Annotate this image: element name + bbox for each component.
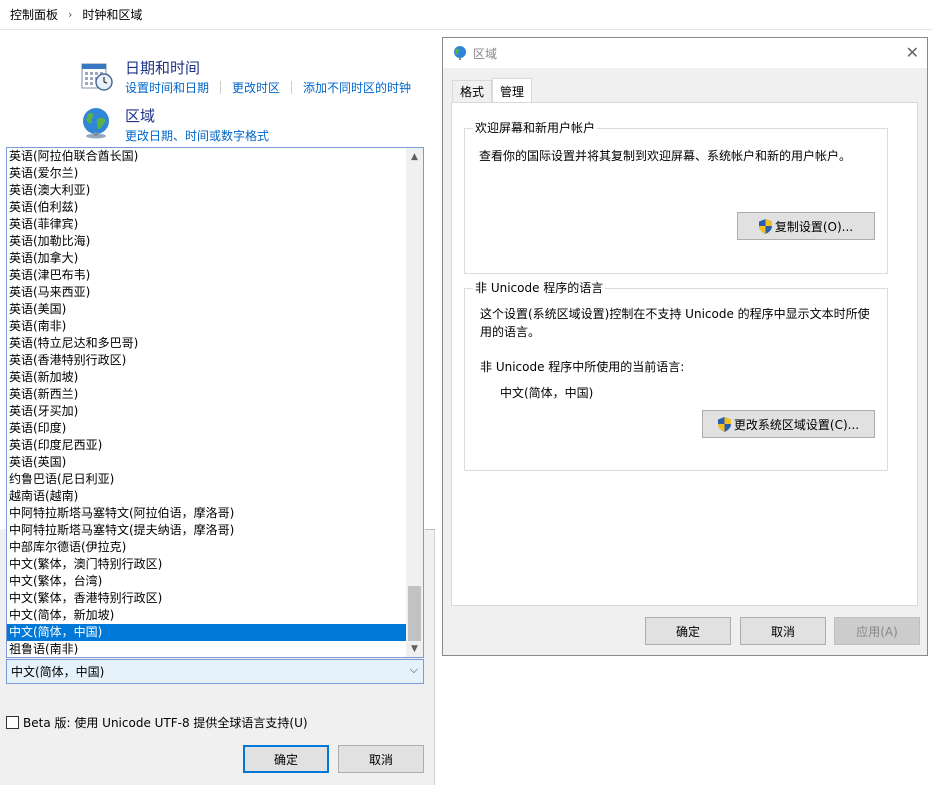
language-list-item[interactable]: 中阿特拉斯塔马塞特文(提夫纳语，摩洛哥)	[7, 522, 407, 539]
current-language-value: 中文(简体，中国)	[500, 386, 594, 400]
change-system-locale-button[interactable]: 更改系统区域设置(C)...	[702, 410, 875, 438]
ok-button[interactable]: 确定	[243, 745, 329, 773]
language-list-item[interactable]: 中部库尔德语(伊拉克)	[7, 539, 407, 556]
copy-settings-label: 复制设置(O)...	[774, 219, 854, 234]
language-list-item[interactable]: 英语(阿拉伯联合酋长国)	[7, 148, 407, 165]
background-dialog-edge	[425, 529, 435, 530]
administrative-tab-panel: 欢迎屏幕和新用户帐户 查看你的国际设置并将其复制到欢迎屏幕、系统帐户和新的用户帐…	[451, 102, 918, 606]
language-list-item[interactable]: 英语(加勒比海)	[7, 233, 407, 250]
region-globe-icon	[454, 46, 466, 60]
beta-utf8-checkbox[interactable]	[6, 716, 19, 729]
calendar-clock-icon	[81, 63, 113, 91]
welcome-group-legend: 欢迎屏幕和新用户帐户	[473, 121, 598, 135]
language-list-item[interactable]: 越南语(越南)	[7, 488, 407, 505]
region-dialog: 区域 ✕ 格式 管理 欢迎屏幕和新用户帐户 查看你的国际设置并将其复制到欢迎屏幕…	[442, 37, 928, 656]
language-list-item[interactable]: 英语(特立尼达和多巴哥)	[7, 335, 407, 352]
dialog-ok-button[interactable]: 确定	[645, 617, 731, 645]
language-list-item[interactable]: 英语(津巴布韦)	[7, 267, 407, 284]
beta-utf8-label[interactable]: Beta 版: 使用 Unicode UTF-8 提供全球语言支持(U)	[23, 714, 308, 731]
language-list-item[interactable]: 祖鲁语(南非)	[7, 641, 407, 657]
welcome-group-text: 查看你的国际设置并将其复制到欢迎屏幕、系统帐户和新的用户帐户。	[479, 149, 852, 163]
language-list-item[interactable]: 中文(简体，新加坡)	[7, 607, 407, 624]
language-list-item[interactable]: 英语(英国)	[7, 454, 407, 471]
region-title[interactable]: 区域	[125, 106, 269, 126]
language-list-item[interactable]: 英语(伯利兹)	[7, 199, 407, 216]
datetime-title[interactable]: 日期和时间	[125, 58, 411, 78]
uac-shield-icon	[717, 416, 731, 432]
language-list-item[interactable]: 中文(繁体，澳门特别行政区)	[7, 556, 407, 573]
link-add-clocks[interactable]: 添加不同时区的时钟	[303, 79, 411, 96]
globe-clock-icon	[83, 108, 109, 139]
language-list-item[interactable]: 英语(印度)	[7, 420, 407, 437]
language-list-item[interactable]: 中文(简体，中国)	[7, 624, 407, 641]
language-list-item[interactable]: 中文(繁体，台湾)	[7, 573, 407, 590]
breadcrumb-item-clock-region[interactable]: 时钟和区域	[82, 6, 142, 23]
link-divider	[291, 81, 293, 94]
screen: 控制面板 › 时钟和区域 日期和时间 设置时间和日期 更改时区 添加不同时区的时…	[0, 0, 932, 785]
link-set-time-date[interactable]: 设置时间和日期	[125, 79, 209, 96]
dialog-tabs: 格式 管理	[452, 78, 533, 103]
welcome-screen-group: 欢迎屏幕和新用户帐户 查看你的国际设置并将其复制到欢迎屏幕、系统帐户和新的用户帐…	[464, 121, 888, 274]
breadcrumb: 控制面板 › 时钟和区域	[0, 0, 932, 30]
non-unicode-group-legend: 非 Unicode 程序的语言	[473, 281, 606, 295]
language-list-item[interactable]: 英语(澳大利亚)	[7, 182, 407, 199]
current-language-label: 非 Unicode 程序中所使用的当前语言:	[480, 360, 685, 374]
language-list-item[interactable]: 英语(菲律宾)	[7, 216, 407, 233]
language-list-item[interactable]: 英语(美国)	[7, 301, 407, 318]
region-section: 区域 更改日期、时间或数字格式	[80, 106, 269, 144]
scroll-down-icon[interactable]: ▼	[406, 640, 423, 657]
scroll-up-icon[interactable]: ▲	[406, 148, 423, 165]
language-listbox[interactable]: 英语(阿拉伯联合酋长国) 英语(爱尔兰) 英语(澳大利亚) 英语(伯利兹) 英语(菲律宾…	[6, 147, 424, 658]
dialog-apply-button[interactable]: 应用(A)	[834, 617, 920, 645]
language-list-item[interactable]: 英语(南非)	[7, 318, 407, 335]
beta-utf8-option[interactable]: Beta 版: 使用 Unicode UTF-8 提供全球语言支持(U)	[6, 714, 308, 731]
language-list-item[interactable]: 英语(马来西亚)	[7, 284, 407, 301]
link-change-timezone[interactable]: 更改时区	[232, 79, 280, 96]
language-list: 英语(阿拉伯联合酋长国) 英语(爱尔兰) 英语(澳大利亚) 英语(伯利兹) 英语(菲律宾…	[7, 148, 407, 657]
breadcrumb-item-control-panel[interactable]: 控制面板	[10, 6, 58, 23]
uac-shield-icon	[758, 218, 772, 234]
language-list-item[interactable]: 英语(爱尔兰)	[7, 165, 407, 182]
language-list-item[interactable]: 英语(新西兰)	[7, 386, 407, 403]
link-divider	[220, 81, 222, 94]
language-list-item[interactable]: 中文(繁体，香港特别行政区)	[7, 590, 407, 607]
language-list-item[interactable]: 英语(印度尼西亚)	[7, 437, 407, 454]
language-list-item[interactable]: 中阿特拉斯塔马塞特文(阿拉伯语，摩洛哥)	[7, 505, 407, 522]
chevron-down-icon[interactable]: ⌵	[410, 663, 418, 677]
dialog-titlebar[interactable]: 区域	[443, 38, 927, 68]
combobox-value: 中文(简体，中国)	[11, 665, 105, 679]
dialog-cancel-button[interactable]: 取消	[740, 617, 826, 645]
close-icon[interactable]: ✕	[906, 43, 919, 62]
link-change-formats[interactable]: 更改日期、时间或数字格式	[125, 127, 269, 144]
dialog-title: 区域	[473, 46, 498, 61]
language-list-item[interactable]: 约鲁巴语(尼日利亚)	[7, 471, 407, 488]
copy-settings-button[interactable]: 复制设置(O)...	[737, 212, 875, 240]
locale-combobox[interactable]: 中文(简体，中国) ⌵	[6, 659, 424, 684]
change-system-locale-label: 更改系统区域设置(C)...	[733, 417, 860, 432]
non-unicode-group: 非 Unicode 程序的语言 这个设置(系统区域设置)控制在不支持 Unico…	[464, 281, 888, 471]
tab-administrative[interactable]: 管理	[492, 78, 533, 103]
listbox-scrollbar[interactable]: ▲ ▼	[406, 148, 423, 657]
datetime-section: 日期和时间 设置时间和日期 更改时区 添加不同时区的时钟	[80, 58, 411, 96]
tab-formats[interactable]: 格式	[452, 80, 493, 102]
breadcrumb-separator-icon: ›	[68, 8, 73, 21]
language-list-item[interactable]: 英语(加拿大)	[7, 250, 407, 267]
non-unicode-description: 这个设置(系统区域设置)控制在不支持 Unicode 的程序中显示文本时所使用的…	[480, 307, 870, 339]
language-list-item[interactable]: 英语(香港特别行政区)	[7, 352, 407, 369]
language-list-item[interactable]: 英语(牙买加)	[7, 403, 407, 420]
language-list-item[interactable]: 英语(新加坡)	[7, 369, 407, 386]
scrollbar-thumb[interactable]	[408, 586, 421, 641]
cancel-button[interactable]: 取消	[338, 745, 424, 773]
